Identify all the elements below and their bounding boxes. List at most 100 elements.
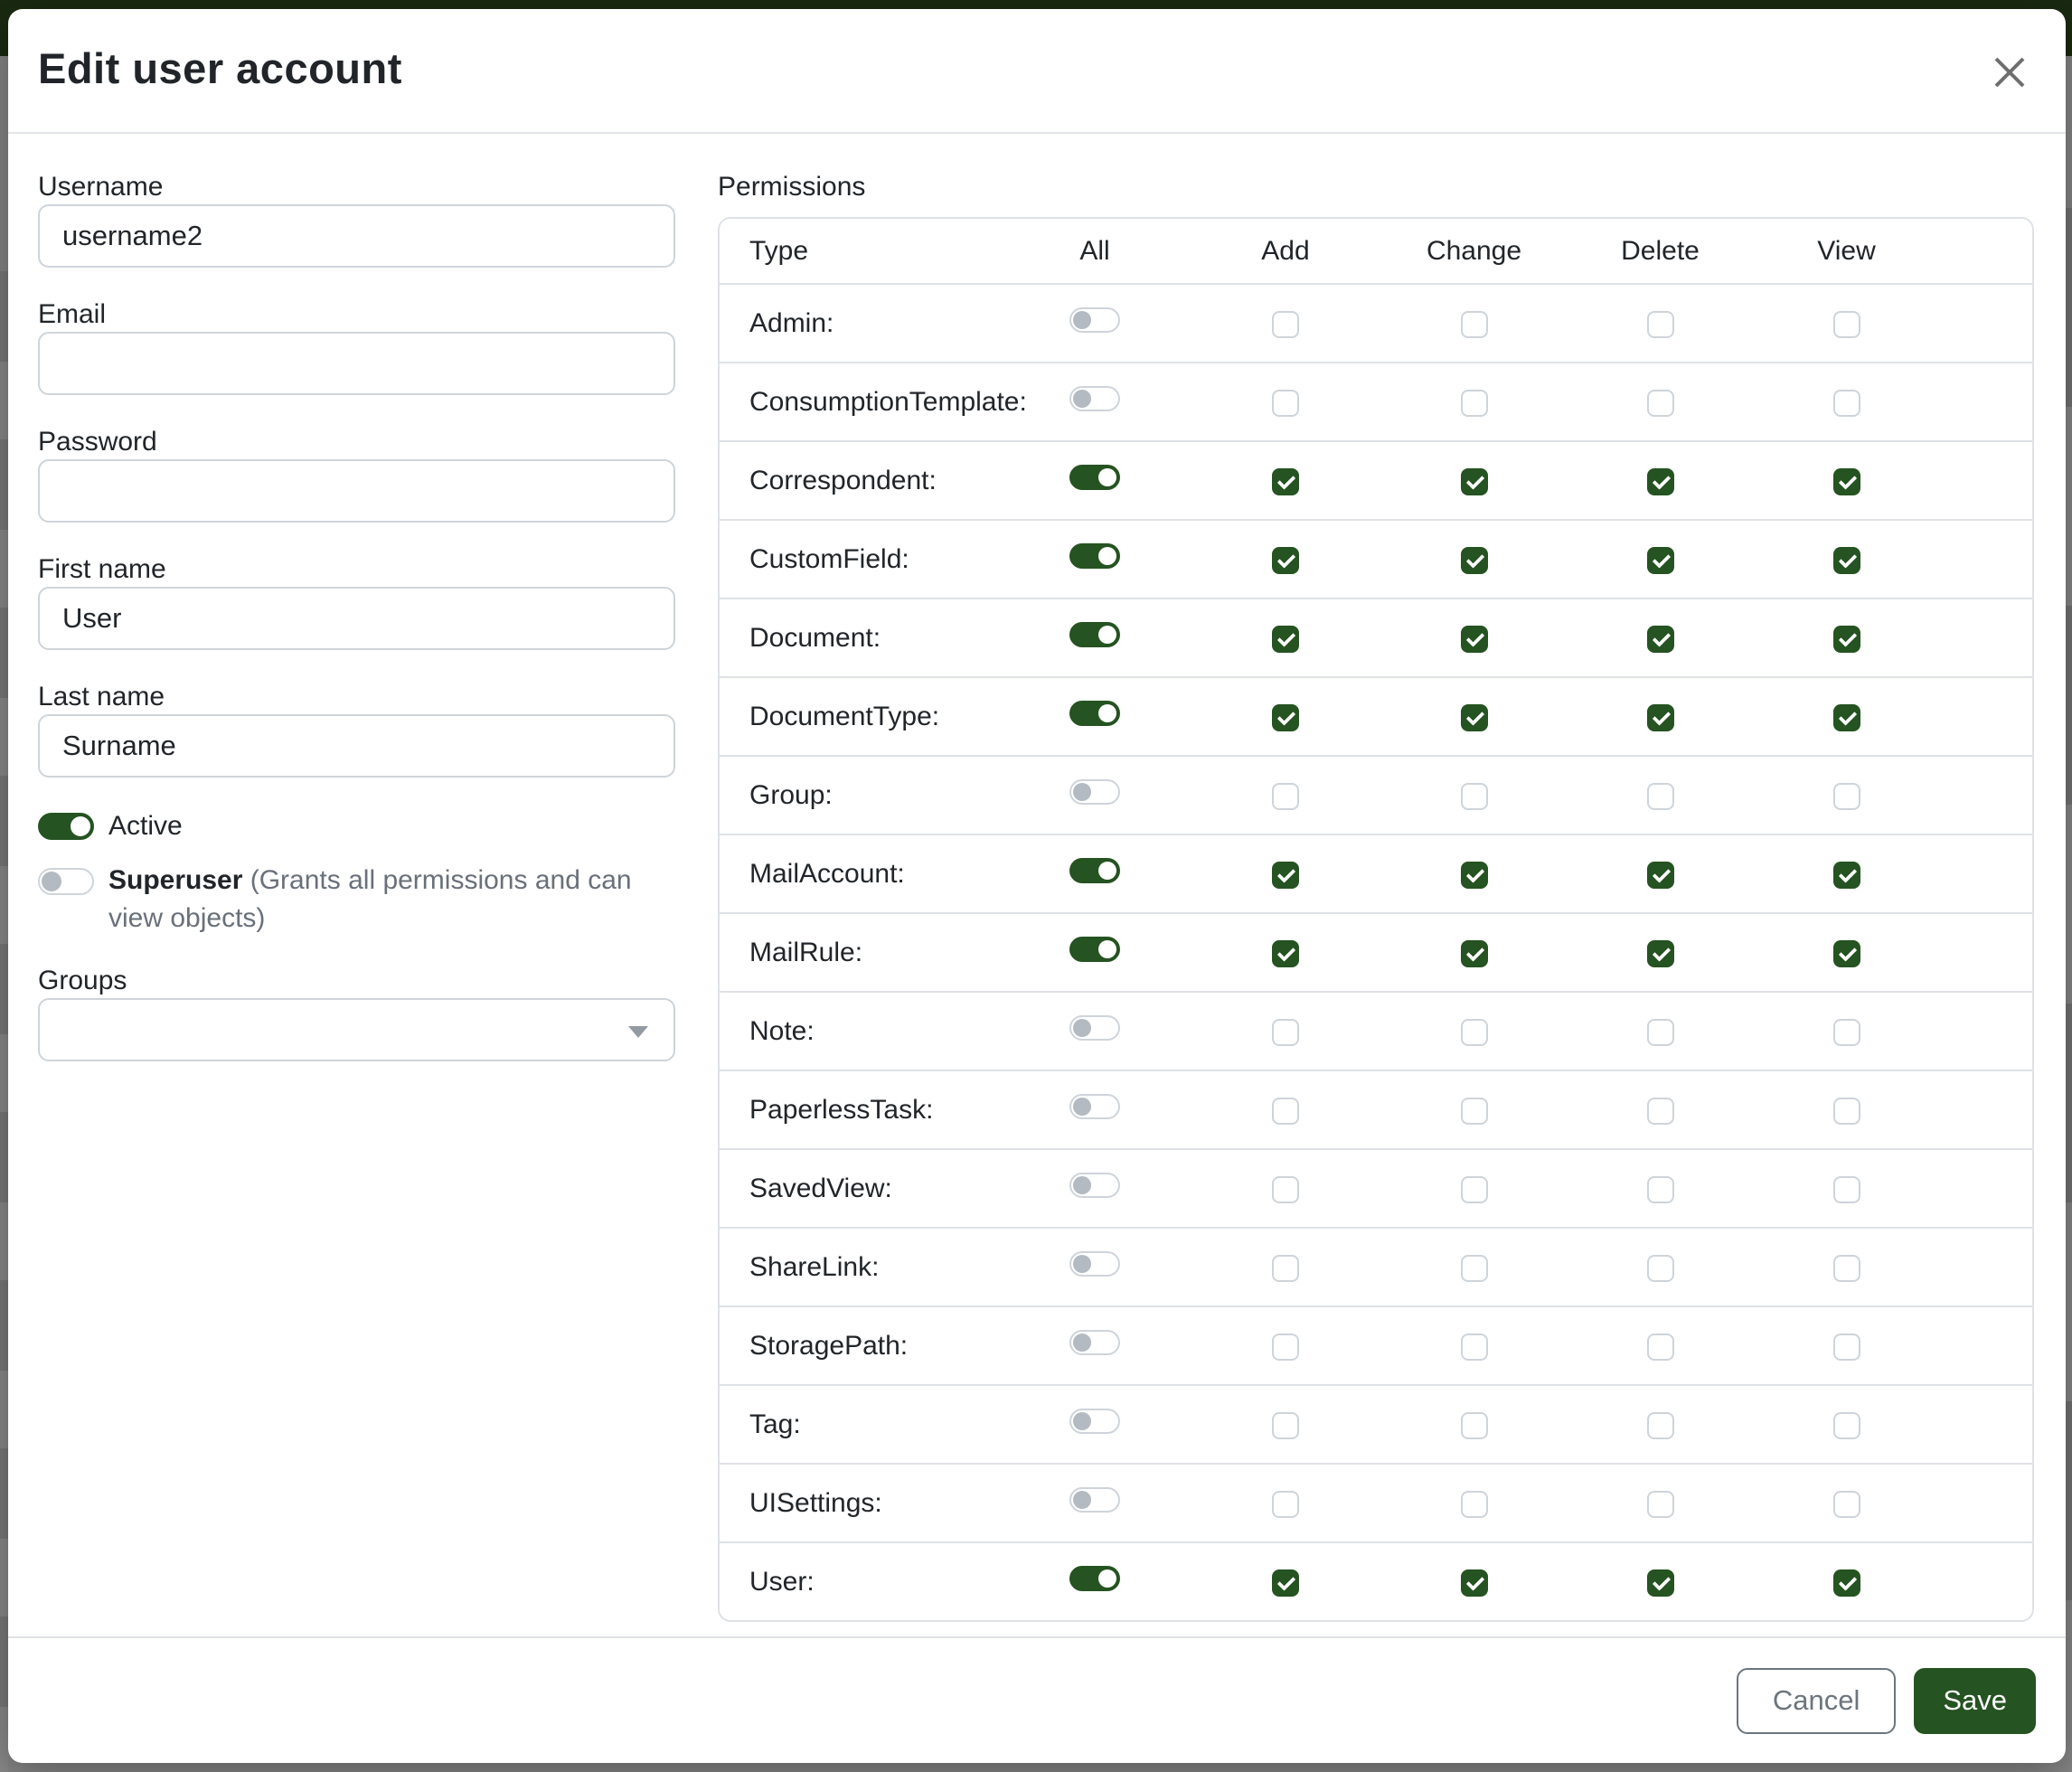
add-checkbox[interactable] bbox=[1272, 626, 1299, 653]
all-toggle[interactable] bbox=[1069, 465, 1120, 490]
view-checkbox[interactable] bbox=[1833, 1412, 1860, 1439]
email-field[interactable] bbox=[38, 332, 675, 395]
add-checkbox[interactable] bbox=[1272, 1255, 1299, 1282]
change-checkbox[interactable] bbox=[1461, 626, 1488, 653]
add-checkbox[interactable] bbox=[1272, 1569, 1299, 1597]
view-checkbox[interactable] bbox=[1833, 862, 1860, 889]
change-checkbox[interactable] bbox=[1461, 940, 1488, 967]
superuser-toggle[interactable] bbox=[38, 868, 94, 895]
all-toggle[interactable] bbox=[1069, 1487, 1120, 1513]
all-toggle[interactable] bbox=[1069, 622, 1120, 647]
delete-checkbox[interactable] bbox=[1647, 547, 1674, 574]
delete-checkbox[interactable] bbox=[1647, 468, 1674, 495]
change-checkbox[interactable] bbox=[1461, 1334, 1488, 1361]
permission-type-label: SavedView: bbox=[720, 1148, 1000, 1227]
delete-checkbox[interactable] bbox=[1647, 311, 1674, 338]
change-checkbox[interactable] bbox=[1461, 1098, 1488, 1125]
add-checkbox[interactable] bbox=[1272, 1176, 1299, 1203]
password-field[interactable] bbox=[38, 459, 675, 523]
change-checkbox[interactable] bbox=[1461, 311, 1488, 338]
change-checkbox[interactable] bbox=[1461, 1019, 1488, 1046]
delete-checkbox[interactable] bbox=[1647, 1334, 1674, 1361]
delete-checkbox[interactable] bbox=[1647, 1569, 1674, 1597]
delete-checkbox[interactable] bbox=[1647, 626, 1674, 653]
add-checkbox[interactable] bbox=[1272, 862, 1299, 889]
last-name-field[interactable] bbox=[38, 714, 675, 778]
change-checkbox[interactable] bbox=[1461, 704, 1488, 731]
view-checkbox[interactable] bbox=[1833, 390, 1860, 417]
all-toggle[interactable] bbox=[1069, 1251, 1120, 1277]
change-checkbox[interactable] bbox=[1461, 1491, 1488, 1518]
all-toggle[interactable] bbox=[1069, 1409, 1120, 1434]
add-checkbox[interactable] bbox=[1272, 1098, 1299, 1125]
add-checkbox[interactable] bbox=[1272, 704, 1299, 731]
row-spacer bbox=[1939, 598, 2032, 676]
delete-checkbox[interactable] bbox=[1647, 1176, 1674, 1203]
change-checkbox[interactable] bbox=[1461, 1412, 1488, 1439]
change-checkbox[interactable] bbox=[1461, 1176, 1488, 1203]
username-field[interactable] bbox=[38, 204, 675, 268]
delete-checkbox[interactable] bbox=[1647, 1019, 1674, 1046]
add-checkbox[interactable] bbox=[1272, 940, 1299, 967]
delete-checkbox[interactable] bbox=[1647, 704, 1674, 731]
close-button[interactable] bbox=[1986, 49, 2033, 96]
change-checkbox[interactable] bbox=[1461, 468, 1488, 495]
add-checkbox[interactable] bbox=[1272, 547, 1299, 574]
groups-select[interactable] bbox=[38, 998, 675, 1061]
view-checkbox[interactable] bbox=[1833, 311, 1860, 338]
all-toggle[interactable] bbox=[1069, 1094, 1120, 1119]
delete-checkbox[interactable] bbox=[1647, 1255, 1674, 1282]
change-checkbox[interactable] bbox=[1461, 1255, 1488, 1282]
all-toggle[interactable] bbox=[1069, 1330, 1120, 1355]
all-toggle[interactable] bbox=[1069, 858, 1120, 883]
view-checkbox[interactable] bbox=[1833, 704, 1860, 731]
change-checkbox[interactable] bbox=[1461, 1569, 1488, 1597]
active-toggle[interactable] bbox=[38, 813, 94, 840]
add-checkbox[interactable] bbox=[1272, 1019, 1299, 1046]
add-checkbox[interactable] bbox=[1272, 390, 1299, 417]
view-checkbox[interactable] bbox=[1833, 1098, 1860, 1125]
add-checkbox[interactable] bbox=[1272, 1412, 1299, 1439]
delete-checkbox[interactable] bbox=[1647, 862, 1674, 889]
delete-checkbox[interactable] bbox=[1647, 940, 1674, 967]
add-checkbox[interactable] bbox=[1272, 1334, 1299, 1361]
add-checkbox[interactable] bbox=[1272, 783, 1299, 810]
all-toggle[interactable] bbox=[1069, 543, 1120, 569]
change-checkbox[interactable] bbox=[1461, 547, 1488, 574]
view-checkbox[interactable] bbox=[1833, 1255, 1860, 1282]
change-checkbox[interactable] bbox=[1461, 390, 1488, 417]
delete-checkbox[interactable] bbox=[1647, 783, 1674, 810]
delete-checkbox[interactable] bbox=[1647, 390, 1674, 417]
delete-checkbox[interactable] bbox=[1647, 1412, 1674, 1439]
view-checkbox[interactable] bbox=[1833, 626, 1860, 653]
change-checkbox[interactable] bbox=[1461, 783, 1488, 810]
all-toggle[interactable] bbox=[1069, 1566, 1120, 1591]
all-toggle[interactable] bbox=[1069, 779, 1120, 805]
delete-checkbox[interactable] bbox=[1647, 1098, 1674, 1125]
add-checkbox[interactable] bbox=[1272, 311, 1299, 338]
add-checkbox[interactable] bbox=[1272, 468, 1299, 495]
add-checkbox[interactable] bbox=[1272, 1491, 1299, 1518]
view-checkbox[interactable] bbox=[1833, 468, 1860, 495]
change-checkbox[interactable] bbox=[1461, 862, 1488, 889]
save-button[interactable]: Save bbox=[1914, 1668, 2036, 1734]
view-checkbox[interactable] bbox=[1833, 940, 1860, 967]
cancel-button[interactable]: Cancel bbox=[1737, 1668, 1897, 1734]
all-toggle[interactable] bbox=[1069, 937, 1120, 962]
all-toggle[interactable] bbox=[1069, 307, 1120, 333]
view-checkbox[interactable] bbox=[1833, 1569, 1860, 1597]
view-checkbox[interactable] bbox=[1833, 1176, 1860, 1203]
view-checkbox[interactable] bbox=[1833, 1334, 1860, 1361]
all-toggle[interactable] bbox=[1069, 386, 1120, 411]
view-checkbox[interactable] bbox=[1833, 1019, 1860, 1046]
view-checkbox[interactable] bbox=[1833, 1491, 1860, 1518]
all-toggle[interactable] bbox=[1069, 1173, 1120, 1198]
view-checkbox[interactable] bbox=[1833, 547, 1860, 574]
view-checkbox[interactable] bbox=[1833, 783, 1860, 810]
delete-checkbox[interactable] bbox=[1647, 1491, 1674, 1518]
first-name-field[interactable] bbox=[38, 587, 675, 650]
modal-footer: Cancel Save bbox=[8, 1636, 2066, 1763]
modal-title: Edit user account bbox=[38, 43, 402, 93]
all-toggle[interactable] bbox=[1069, 701, 1120, 726]
all-toggle[interactable] bbox=[1069, 1015, 1120, 1041]
